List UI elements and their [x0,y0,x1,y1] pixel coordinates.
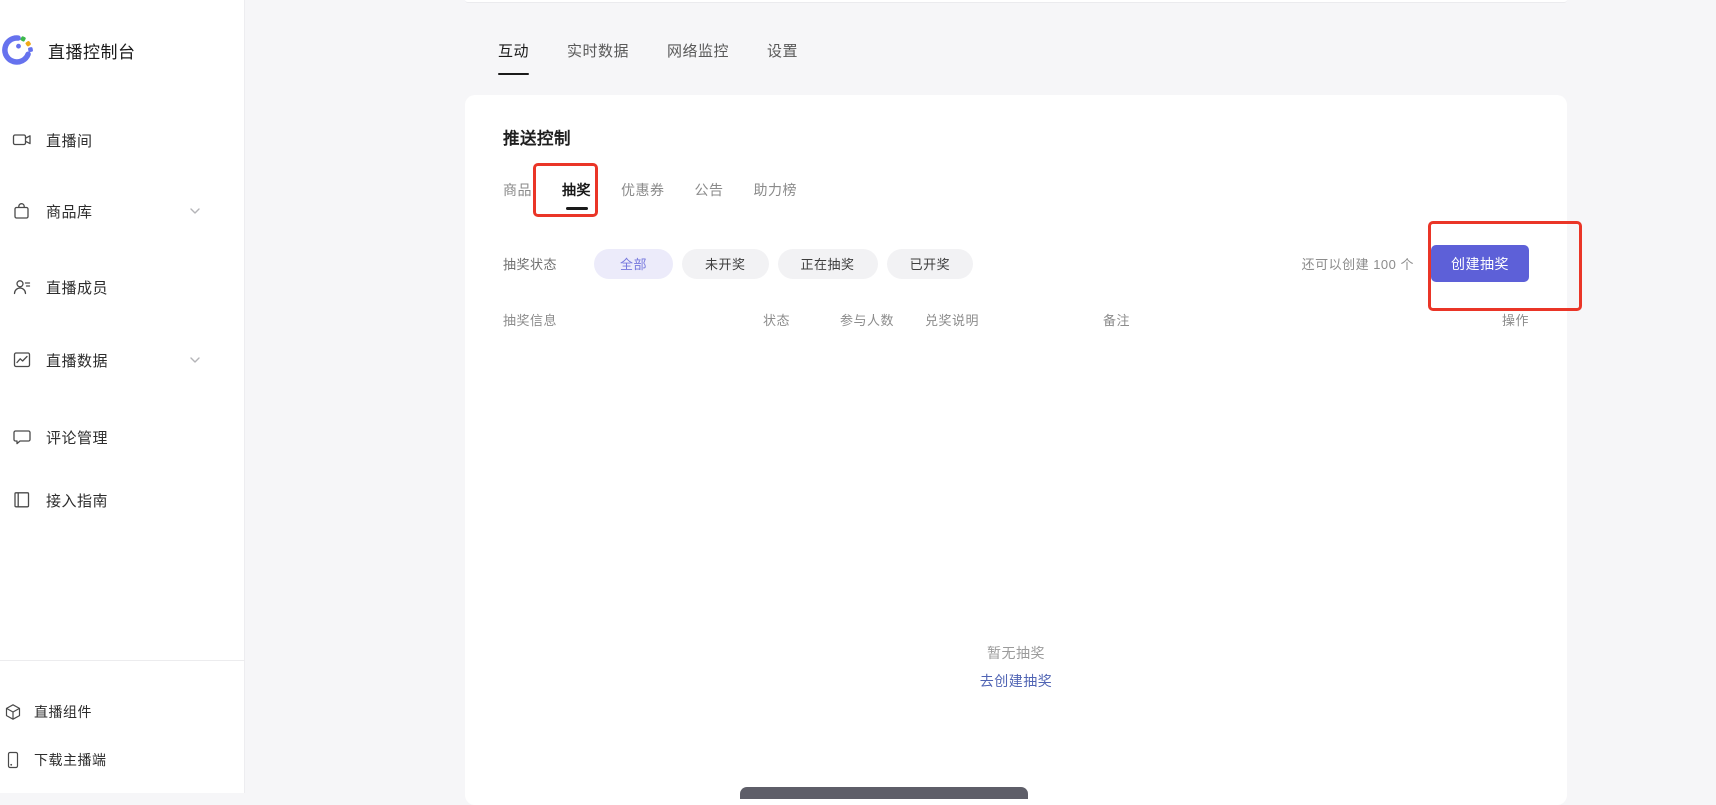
cube-icon [4,703,22,721]
sidebar-item-label: 直播组件 [34,702,92,722]
bag-icon [12,201,32,221]
tab-realtime-data[interactable]: 实时数据 [567,40,629,75]
column-header-note: 备注 [1103,310,1469,329]
filter-pill-drawing[interactable]: 正在抽奖 [778,249,878,279]
member-icon [12,277,32,297]
sidebar-item-label: 直播成员 [46,277,108,298]
app-logo-icon [0,33,34,67]
sidebar-item-live-components[interactable]: 直播组件 [0,700,245,724]
column-header-participants: 参与人数 [840,310,925,329]
sidebar-item-label: 评论管理 [46,427,108,448]
sidebar-item-live-members[interactable]: 直播成员 [0,273,245,301]
sidebar-item-comment-management[interactable]: 评论管理 [0,423,245,451]
panel-title: 推送控制 [503,125,1529,149]
sidebar-item-product-library[interactable]: 商品库 [0,197,245,225]
push-control-panel: 推送控制 商品 抽奖 优惠券 公告 助力榜 抽奖状态 全部 未开奖 正在抽奖 已… [465,95,1567,805]
sidebar: 直播控制台 直播间 商品库 直播成员 直播数据 [0,0,245,793]
tab-network-monitor[interactable]: 网络监控 [667,40,729,75]
sidebar-item-live-room[interactable]: 直播间 [0,126,245,154]
tab-settings[interactable]: 设置 [767,40,798,75]
sidebar-item-live-data[interactable]: 直播数据 [0,346,245,374]
filter-pill-all[interactable]: 全部 [594,249,673,279]
comment-icon [12,427,32,447]
sidebar-item-label: 直播间 [46,130,93,151]
phone-icon [4,751,22,769]
tab-interaction[interactable]: 互动 [498,40,529,75]
main-tab-bar: 互动 实时数据 网络监控 设置 [498,40,798,75]
filter-label: 抽奖状态 [503,254,557,273]
subtab-boost-ranking[interactable]: 助力榜 [754,180,798,216]
go-create-lottery-link[interactable]: 去创建抽奖 [465,671,1567,691]
sidebar-item-label: 直播数据 [46,350,108,371]
sidebar-item-label: 商品库 [46,201,93,222]
guide-icon [12,490,32,510]
subtab-coupons[interactable]: 优惠券 [621,180,665,216]
status-filter-group: 全部 未开奖 正在抽奖 已开奖 [594,249,973,279]
subtab-lottery[interactable]: 抽奖 [562,180,591,216]
subtab-announcement[interactable]: 公告 [695,180,724,216]
column-header-redeem-desc: 兑奖说明 [925,310,1103,329]
bottom-overlay-bar [740,787,1028,799]
app-logo-row: 直播控制台 [0,33,136,67]
sidebar-item-label: 接入指南 [46,490,108,511]
filter-pill-drawn[interactable]: 已开奖 [887,249,974,279]
column-header-actions: 操作 [1469,310,1529,329]
scrolled-card-bottom-edge [465,0,1567,3]
chevron-down-icon [187,203,203,219]
subtab-products[interactable]: 商品 [503,180,532,216]
lottery-table-header: 抽奖信息 状态 参与人数 兑奖说明 备注 操作 [503,310,1529,329]
chevron-down-icon [187,352,203,368]
camera-icon [12,130,32,150]
empty-state-text: 暂无抽奖 [465,643,1567,663]
sidebar-divider [0,660,245,661]
sidebar-item-label: 下载主播端 [34,750,107,770]
lottery-filter-row: 抽奖状态 全部 未开奖 正在抽奖 已开奖 还可以创建 100 个 创建抽奖 [503,245,1529,282]
chart-icon [12,350,32,370]
filter-pill-not-drawn[interactable]: 未开奖 [682,249,769,279]
sidebar-item-download-host-app[interactable]: 下载主播端 [0,748,245,772]
create-lottery-button[interactable]: 创建抽奖 [1431,245,1529,282]
column-header-lottery-info: 抽奖信息 [503,310,763,329]
push-type-tab-bar: 商品 抽奖 优惠券 公告 助力榜 [503,180,1529,216]
sidebar-item-integration-guide[interactable]: 接入指南 [0,486,245,514]
remaining-quota-text: 还可以创建 100 个 [1302,254,1414,273]
app-title: 直播控制台 [48,38,136,63]
empty-state: 暂无抽奖 去创建抽奖 [465,643,1567,691]
column-header-status: 状态 [763,310,840,329]
